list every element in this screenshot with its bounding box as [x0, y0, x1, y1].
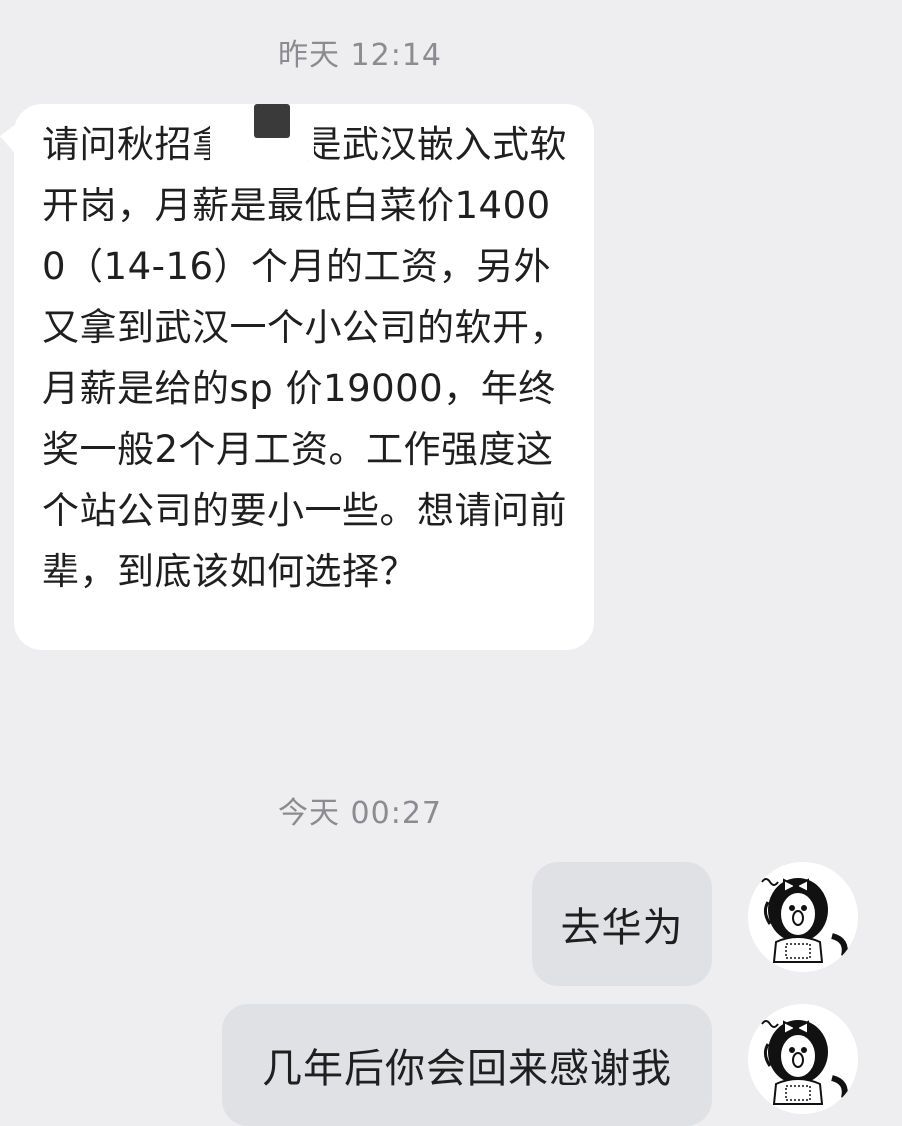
outgoing-message-text: 去华为: [560, 905, 684, 951]
bubble-tail: [0, 118, 24, 164]
redaction-mark: [254, 104, 290, 138]
outgoing-message-bubble[interactable]: 去华为: [532, 862, 712, 986]
timestamp-yesterday: 昨天 12:14: [278, 38, 442, 73]
cartoon-girl-avatar-icon: [761, 1020, 848, 1105]
outgoing-message-bubble[interactable]: 几年后你会回来感谢我: [222, 1004, 712, 1126]
self-avatar-icon[interactable]: [748, 862, 858, 972]
incoming-message-bubble[interactable]: 请问秋招拿到的是武汉嵌入式软开岗，月薪是最低白菜价14000（14-16）个月的…: [0, 104, 594, 650]
cartoon-girl-avatar-icon: [761, 878, 848, 963]
self-avatar-icon[interactable]: [748, 1004, 858, 1114]
outgoing-message-text: 几年后你会回来感谢我: [262, 1046, 672, 1092]
incoming-message-text: 请问秋招拿到的是武汉嵌入式软开岗，月薪是最低白菜价14000（14-16）个月的…: [42, 123, 567, 593]
timestamp-today: 今天 00:27: [278, 796, 442, 831]
